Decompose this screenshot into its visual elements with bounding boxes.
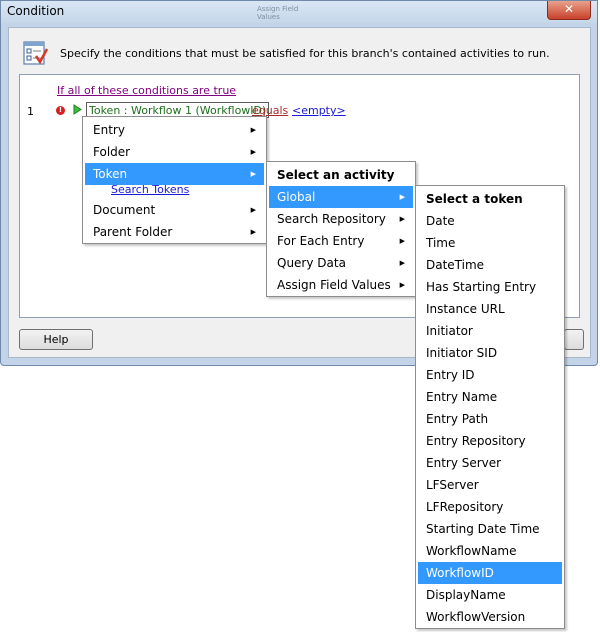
submenu-arrow-icon: ▶	[399, 259, 405, 267]
dialog-button-partial[interactable]	[564, 329, 584, 350]
activity-item-assign-field-values[interactable]: Assign Field Values ▶	[269, 274, 413, 296]
close-icon: ✕	[563, 2, 575, 16]
token-menu-header: Select a token	[426, 192, 523, 206]
activity-item-global[interactable]: Global ▶	[269, 186, 413, 208]
token-item[interactable]: Entry Name	[418, 386, 562, 408]
token-item[interactable]: LFServer	[418, 474, 562, 496]
search-tokens-link[interactable]: Search Tokens	[111, 183, 189, 196]
checklist-icon	[23, 41, 49, 65]
menu-item-entry[interactable]: Entry ▶	[85, 119, 264, 141]
value-link[interactable]: <empty>	[292, 104, 346, 117]
menu-item-token[interactable]: Token ▶	[85, 163, 264, 185]
token-item[interactable]: Instance URL	[418, 298, 562, 320]
window-title: Condition	[7, 4, 65, 18]
token-item[interactable]: Initiator SID	[418, 342, 562, 364]
condition-group-link[interactable]: If all of these conditions are true	[57, 84, 236, 97]
token-item[interactable]: DisplayName	[418, 584, 562, 606]
token-item[interactable]: Entry Server	[418, 452, 562, 474]
token-item[interactable]: Time	[418, 232, 562, 254]
token-item[interactable]: WorkflowName	[418, 540, 562, 562]
activity-item-query-data[interactable]: Query Data ▶	[269, 252, 413, 274]
token-item[interactable]: Starting Date Time	[418, 518, 562, 540]
submenu-arrow-icon: ▶	[399, 281, 405, 289]
menu-item-parent-folder[interactable]: Parent Folder ▶	[85, 221, 264, 243]
error-icon: !	[56, 106, 65, 115]
close-button[interactable]: ✕	[547, 1, 591, 20]
submenu-arrow-icon: ▶	[399, 193, 405, 201]
token-item[interactable]: Date	[418, 210, 562, 232]
activity-submenu: Select an activity Global ▶ Search Reposi…	[266, 161, 416, 297]
token-item[interactable]: LFRepository	[418, 496, 562, 518]
submenu-arrow-icon: ▶	[250, 170, 256, 178]
token-item[interactable]: Has Starting Entry	[418, 276, 562, 298]
submenu-arrow-icon: ▶	[399, 215, 405, 223]
background-ghost-text: Assign Field Values	[257, 5, 299, 21]
token-item[interactable]: WorkflowVersion	[418, 606, 562, 628]
context-menu-main: Entry ▶ Folder ▶ Token ▶ Search Tokens Docu…	[82, 116, 267, 244]
token-item[interactable]: DateTime	[418, 254, 562, 276]
token-item[interactable]: Initiator	[418, 320, 562, 342]
submenu-arrow-icon: ▶	[399, 237, 405, 245]
activity-menu-header: Select an activity	[277, 168, 395, 182]
menu-item-folder[interactable]: Folder ▶	[85, 141, 264, 163]
token-item-selected[interactable]: WorkflowID	[418, 562, 562, 584]
submenu-arrow-icon: ▶	[250, 228, 256, 236]
instruction-text: Specify the conditions that must be sati…	[60, 47, 550, 60]
help-button[interactable]: Help	[19, 329, 93, 350]
submenu-arrow-icon: ▶	[250, 206, 256, 214]
title-bar[interactable]: Condition Assign Field Values ✕	[1, 1, 597, 23]
submenu-arrow-icon: ▶	[250, 126, 256, 134]
row-number: 1	[27, 105, 34, 118]
token-item[interactable]: Entry Repository	[418, 430, 562, 452]
token-submenu: Select a token Date Time DateTime Has St…	[415, 185, 565, 629]
token-item[interactable]: Entry ID	[418, 364, 562, 386]
menu-item-document[interactable]: Document ▶	[85, 199, 264, 221]
play-icon[interactable]	[73, 104, 82, 115]
activity-item-for-each-entry[interactable]: For Each Entry ▶	[269, 230, 413, 252]
token-item[interactable]: Entry Path	[418, 408, 562, 430]
activity-item-search-repository[interactable]: Search Repository ▶	[269, 208, 413, 230]
submenu-arrow-icon: ▶	[250, 148, 256, 156]
